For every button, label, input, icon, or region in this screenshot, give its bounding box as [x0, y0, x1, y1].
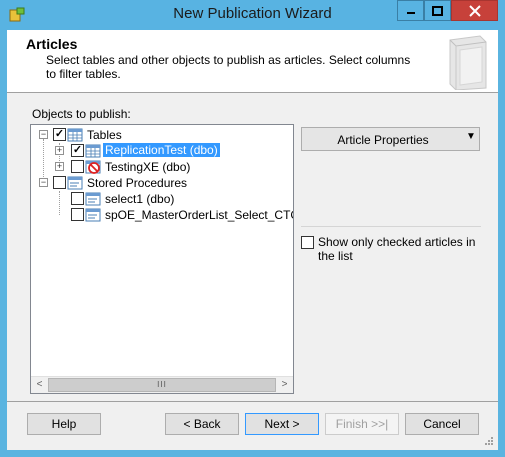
- finish-button[interactable]: Finish >>|: [325, 413, 399, 435]
- dropdown-arrow-icon: ▼: [466, 131, 476, 142]
- maximize-icon: [432, 5, 443, 16]
- scroll-left-icon[interactable]: <: [31, 377, 48, 393]
- folder-proc-icon: [67, 176, 83, 190]
- divider: [301, 226, 481, 227]
- tree-label-replicationtest: ReplicationTest (dbo): [103, 143, 220, 157]
- folder-table-icon: [67, 128, 83, 142]
- tables-checkbox[interactable]: ✓: [53, 128, 66, 141]
- tree-label-spoe: spOE_MasterOrderList_Select_CTG (db: [105, 208, 294, 222]
- maximize-button[interactable]: [424, 0, 451, 21]
- tree-label-tables: Tables: [87, 128, 122, 142]
- collapse-icon[interactable]: −: [39, 130, 48, 139]
- testingxe-checkbox[interactable]: [71, 160, 84, 173]
- table-blocked-icon: [85, 160, 101, 174]
- cancel-button[interactable]: Cancel: [405, 413, 479, 435]
- spoe-checkbox[interactable]: [71, 208, 84, 221]
- objects-to-publish-label: Objects to publish:: [32, 107, 131, 121]
- tree-label-select1: select1 (dbo): [105, 192, 175, 206]
- scrollbar-thumb[interactable]: III: [48, 378, 276, 392]
- table-icon: [85, 144, 101, 158]
- show-only-checked-label: Show only checked articles in the list: [318, 235, 476, 263]
- proc-icon: [85, 192, 101, 206]
- scroll-right-icon[interactable]: >: [276, 377, 293, 393]
- tree-node-spoe[interactable]: spOE_MasterOrderList_Select_CTG (db: [31, 207, 294, 223]
- collapse-icon[interactable]: −: [39, 178, 48, 187]
- minimize-icon: [406, 11, 415, 14]
- tree-node-testingxe[interactable]: + TestingXE (dbo): [31, 159, 291, 175]
- stored-procedures-checkbox[interactable]: [53, 176, 66, 189]
- close-icon: [468, 4, 481, 17]
- page-title: Articles: [26, 36, 78, 52]
- objects-tree[interactable]: − ✓ Tables + ✓ ReplicationTest (dbo) + T…: [30, 124, 294, 394]
- tree-node-stored-procedures[interactable]: − Stored Procedures: [31, 175, 291, 191]
- select1-checkbox[interactable]: [71, 192, 84, 205]
- tree-node-replicationtest[interactable]: + ✓ ReplicationTest (dbo): [31, 143, 291, 159]
- next-button[interactable]: Next >: [245, 413, 319, 435]
- tree-label-testingxe: TestingXE (dbo): [105, 160, 191, 174]
- article-properties-label: Article Properties: [337, 133, 429, 147]
- footer-divider: [7, 401, 498, 402]
- tree-node-select1[interactable]: select1 (dbo): [31, 191, 291, 207]
- page-description: Select tables and other objects to publi…: [46, 53, 411, 81]
- close-button[interactable]: [451, 0, 498, 21]
- resize-grip-icon[interactable]: [482, 434, 494, 446]
- tree-horizontal-scrollbar[interactable]: < III >: [31, 376, 293, 393]
- help-button[interactable]: Help: [27, 413, 101, 435]
- proc-icon: [85, 208, 101, 222]
- minimize-button[interactable]: [397, 0, 424, 21]
- tree-node-tables[interactable]: − ✓ Tables: [31, 127, 291, 143]
- article-properties-button[interactable]: Article Properties ▼: [301, 127, 480, 151]
- show-only-checked-checkbox[interactable]: [301, 236, 314, 249]
- replicationtest-checkbox[interactable]: ✓: [71, 144, 84, 157]
- tree-label-stored-procedures: Stored Procedures: [87, 176, 188, 190]
- expand-icon[interactable]: +: [55, 146, 64, 155]
- expand-icon[interactable]: +: [55, 162, 64, 171]
- wizard-book-graphic: [449, 35, 487, 90]
- back-button[interactable]: < Back: [165, 413, 239, 435]
